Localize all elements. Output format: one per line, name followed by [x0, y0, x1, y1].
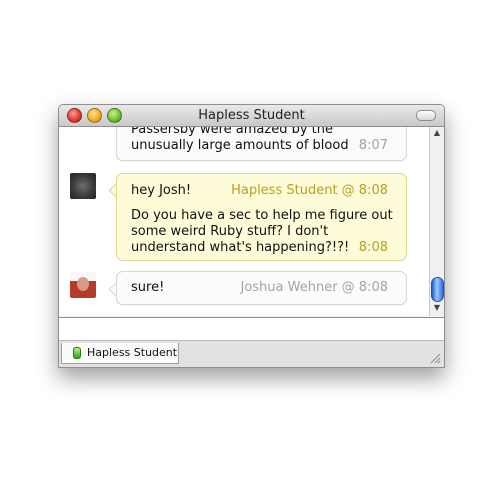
message-bubble: Passersby were amazed by the unusually l…	[116, 127, 407, 161]
avatar	[70, 173, 96, 199]
toolbar-toggle-button[interactable]	[416, 110, 436, 121]
tab-label: Hapless Student	[87, 346, 178, 359]
message-bubble: sure! Joshua Wehner @ 8:08	[116, 271, 407, 305]
message-line: some weird Ruby stuff? I don't	[131, 224, 329, 239]
message-input[interactable]	[59, 317, 444, 341]
message-line: Do you have a sec to help me figure out	[131, 208, 393, 223]
chat-window: Hapless Student Passersby were amazed by…	[58, 104, 445, 368]
message-header-text: hey Josh!	[131, 183, 192, 198]
message-text: Passersby were amazed by the unusually l…	[131, 127, 349, 154]
title-bar[interactable]: Hapless Student	[59, 105, 444, 127]
message-timestamp: 8:08	[358, 240, 388, 255]
message-text: Do you have a sec to help me figure out …	[131, 208, 393, 256]
message-transcript[interactable]: Passersby were amazed by the unusually l…	[59, 127, 429, 316]
resize-grip-icon[interactable]	[429, 352, 441, 364]
message-line: understand what's happening?!?!	[131, 240, 350, 255]
message-sender-timestamp: Joshua Wehner @ 8:08	[240, 280, 388, 295]
window-title: Hapless Student	[198, 108, 305, 123]
scroll-up-arrow-icon[interactable]: ▲	[432, 128, 442, 138]
avatar	[70, 272, 96, 298]
scroll-thumb[interactable]	[431, 277, 444, 302]
message-bubble: hey Josh! Hapless Student @ 8:08 Do you …	[116, 173, 407, 261]
vertical-scrollbar[interactable]: ▲ ▼	[429, 127, 444, 316]
scroll-down-arrow-icon[interactable]: ▼	[432, 303, 442, 313]
message-sender-timestamp: Hapless Student @ 8:08	[231, 183, 388, 198]
message-line: unusually large amounts of blood	[131, 138, 349, 153]
online-status-icon	[73, 347, 81, 359]
message-text: sure!	[131, 280, 165, 295]
message-line: Passersby were amazed by the	[131, 127, 333, 137]
message-timestamp: 8:07	[358, 138, 388, 153]
tab-hapless-student[interactable]: Hapless Student	[61, 343, 179, 364]
tab-bar: Hapless Student	[59, 341, 444, 367]
